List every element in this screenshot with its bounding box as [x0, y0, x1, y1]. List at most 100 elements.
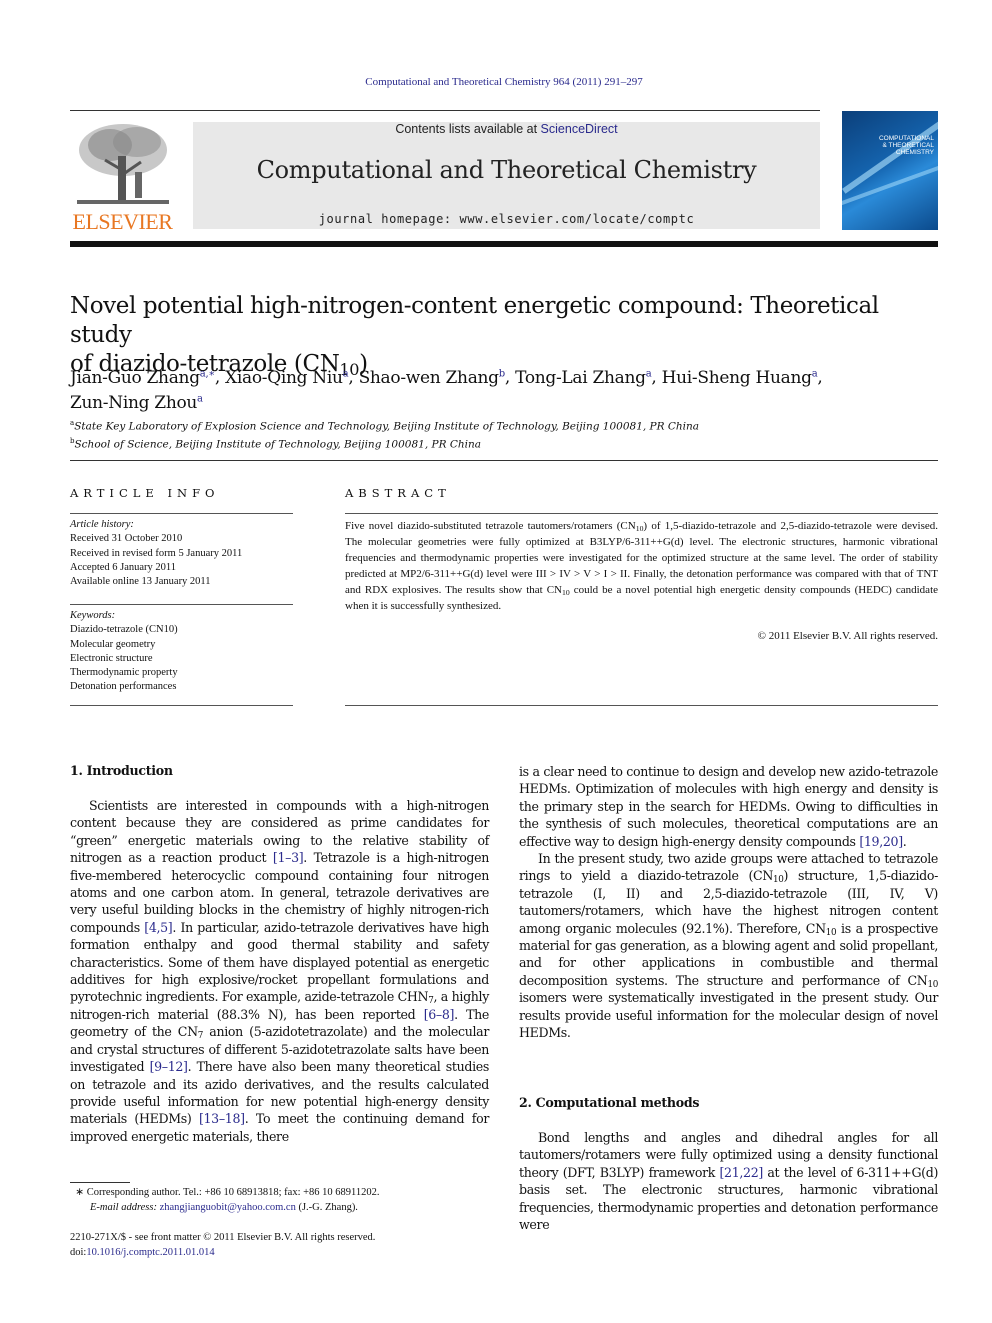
separator: , — [214, 367, 226, 388]
keyword: Diazido-tetrazole (CN10) — [70, 624, 178, 636]
footnote: ∗ Corresponding author. Tel.: +86 10 689… — [70, 1185, 500, 1215]
paragraph: Scientists are interested in compounds w… — [70, 797, 489, 1145]
section-heading-methods: 2. Computational methods — [519, 1095, 700, 1110]
abstract-fragment: Five novel diazido-substituted tetrazole… — [345, 520, 636, 532]
front-matter-text: 2210-271X/$ - see front matter © 2011 El… — [70, 1232, 376, 1243]
author-list: Jian-Guo Zhanga,∗, Xiao-Qing Niua, Shao-… — [70, 363, 940, 414]
journal-homepage: journal homepage: www.elsevier.com/locat… — [193, 212, 820, 226]
contents-label: Contents lists available at — [395, 122, 541, 136]
citation-link[interactable]: [1–3] — [273, 850, 304, 865]
history-item: Received 31 October 2010 — [70, 533, 183, 545]
paragraph: In the present study, two azide groups w… — [519, 850, 938, 1041]
citation-link[interactable]: [4,5] — [144, 920, 172, 935]
affiliation-text: School of Science, Beijing Institute of … — [74, 438, 481, 450]
history-item: Received in revised form 5 January 2011 — [70, 547, 243, 559]
footnote-text: Corresponding author. Tel.: +86 10 68913… — [84, 1187, 380, 1198]
author-name: Jian-Guo Zhang — [70, 367, 200, 388]
journal-banner: Contents lists available at ScienceDirec… — [193, 122, 820, 229]
email-label: E-mail address: — [90, 1202, 160, 1213]
methods-text: Bond lengths and angles and dihedral ang… — [519, 1129, 938, 1233]
paragraph: is a clear need to continue to design an… — [519, 763, 938, 850]
text: isomers were systematically investigated… — [519, 990, 938, 1041]
divider — [70, 460, 938, 461]
tree-icon — [77, 124, 169, 204]
keyword: Detonation performances — [70, 681, 177, 693]
homepage-link[interactable]: www.elsevier.com/locate/comptc — [460, 212, 695, 226]
article-info-heading: ARTICLE INFO — [70, 486, 220, 500]
author[interactable]: Zun-Ning Zhoua — [70, 393, 203, 413]
author[interactable]: Tong-Lai Zhanga — [515, 367, 652, 388]
affiliations: aState Key Laboratory of Explosion Scien… — [70, 416, 940, 451]
author-name: Xiao-Qing Niu — [225, 367, 343, 388]
affiliation-mark[interactable]: a — [197, 394, 203, 405]
email-line: E-mail address: zhangjianguobit@yahoo.co… — [70, 1200, 500, 1215]
subscript: 10 — [927, 980, 938, 991]
divider — [70, 110, 820, 111]
citation-link[interactable]: [19,20] — [859, 834, 903, 849]
citation-link[interactable]: [13–18] — [199, 1111, 245, 1126]
divider — [345, 705, 938, 706]
divider — [70, 513, 293, 514]
sciencedirect-link[interactable]: ScienceDirect — [541, 122, 618, 136]
journal-cover-image[interactable]: COMPUTATIONAL & THEORETICAL CHEMISTRY — [842, 111, 938, 230]
doi-line: doi:10.1016/j.comptc.2011.01.014 — [70, 1245, 500, 1260]
citation-link[interactable]: [9–12] — [150, 1059, 188, 1074]
elsevier-wordmark: ELSEVIER — [72, 209, 173, 234]
subscript: 10 — [562, 587, 570, 597]
author[interactable]: Jian-Guo Zhanga,∗ — [70, 368, 215, 388]
author-name: Hui-Sheng Huang — [661, 367, 812, 388]
doi-label: doi: — [70, 1247, 87, 1258]
keyword: Molecular geometry — [70, 638, 156, 650]
abstract-text: Five novel diazido-substituted tetrazole… — [345, 518, 938, 614]
subscript: 10 — [825, 927, 837, 938]
history-item: Available online 13 January 2011 — [70, 576, 211, 588]
keyword: Thermodynamic property — [70, 667, 178, 679]
affiliation: aState Key Laboratory of Explosion Scien… — [70, 416, 940, 434]
separator: , — [348, 367, 359, 388]
journal-reference-link[interactable]: Computational and Theoretical Chemistry … — [0, 76, 992, 88]
homepage-label: journal homepage: — [318, 212, 460, 226]
author[interactable]: Hui-Sheng Huanga — [662, 368, 818, 388]
author-name: Zun-Ning Zhou — [70, 393, 198, 414]
separator: , — [504, 367, 516, 388]
footnote-text: (J.-G. Zhang). — [295, 1202, 358, 1213]
paragraph: Bond lengths and angles and dihedral ang… — [519, 1129, 938, 1233]
affiliation-mark[interactable]: a,∗ — [200, 368, 215, 379]
keyword: Electronic structure — [70, 652, 153, 664]
history-label: Article history: — [70, 519, 134, 530]
text: . — [902, 833, 907, 849]
cover-title-line: & THEORETICAL — [882, 142, 934, 149]
cover-title: COMPUTATIONAL & THEORETICAL CHEMISTRY — [879, 135, 934, 156]
divider — [345, 513, 938, 514]
author-name: Shao-wen Zhang — [358, 367, 500, 388]
contents-line: Contents lists available at ScienceDirec… — [193, 122, 820, 136]
citation-link[interactable]: [6–8] — [424, 1007, 455, 1022]
author[interactable]: Shao-wen Zhangb — [358, 367, 506, 388]
author-name: Tong-Lai Zhang — [515, 367, 646, 388]
author[interactable]: Xiao-Qing Niua — [225, 367, 349, 388]
article-history: Article history: Received 31 October 201… — [70, 518, 300, 589]
abstract-copyright: © 2011 Elsevier B.V. All rights reserved… — [757, 630, 938, 642]
introduction-column-1: Scientists are interested in compounds w… — [70, 797, 489, 1145]
affiliation: bSchool of Science, Beijing Institute of… — [70, 434, 940, 452]
footnote-divider — [70, 1182, 130, 1183]
separator: , — [651, 367, 662, 388]
introduction-column-2: is a clear need to continue to design an… — [519, 763, 938, 1042]
doi-link[interactable]: 10.1016/j.comptc.2011.01.014 — [86, 1247, 214, 1258]
journal-title: Computational and Theoretical Chemistry — [256, 156, 757, 184]
history-item: Accepted 6 January 2011 — [70, 561, 177, 573]
separator: , — [817, 367, 823, 388]
section-heading-introduction: 1. Introduction — [70, 763, 173, 778]
elsevier-logo[interactable]: ELSEVIER — [70, 120, 175, 235]
cover-title-line: COMPUTATIONAL — [878, 135, 934, 142]
front-matter: 2210-271X/$ - see front matter © 2011 El… — [70, 1230, 500, 1260]
keywords-label: Keywords: — [70, 610, 116, 621]
keywords: Keywords: Diazido-tetrazole (CN10) Molec… — [70, 609, 300, 695]
citation-link[interactable]: [21,22] — [719, 1165, 763, 1180]
divider — [70, 604, 293, 605]
divider — [70, 705, 293, 706]
cover-title-line: CHEMISTRY — [895, 149, 934, 156]
corresponding-author-note: ∗ Corresponding author. Tel.: +86 10 689… — [70, 1185, 500, 1200]
email-link[interactable]: zhangjianguobit@yahoo.com.cn — [160, 1202, 296, 1213]
abstract-heading: ABSTRACT — [345, 486, 451, 500]
